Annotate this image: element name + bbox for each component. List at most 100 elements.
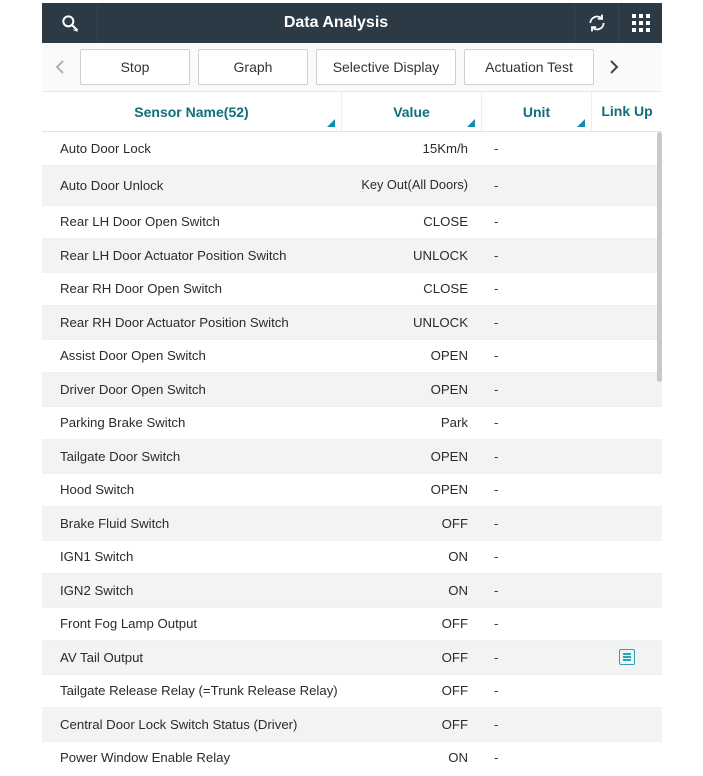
sensor-unit-cell: -: [482, 281, 592, 296]
table-row[interactable]: Parking Brake SwitchPark-: [42, 407, 662, 441]
table-row[interactable]: Hood SwitchOPEN-: [42, 474, 662, 508]
col-unit-label: Unit: [523, 104, 550, 120]
table-row[interactable]: Rear LH Door Open SwitchCLOSE-: [42, 206, 662, 240]
col-link-up[interactable]: Link Up: [592, 92, 662, 131]
sensor-unit-cell: -: [482, 449, 592, 464]
col-unit[interactable]: Unit: [482, 92, 592, 131]
sensor-unit-cell: -: [482, 415, 592, 430]
sensor-value-cell: ON: [342, 583, 482, 598]
sensor-name-cell: Central Door Lock Switch Status (Driver): [42, 717, 342, 732]
sensor-name-cell: Hood Switch: [42, 482, 342, 497]
sensor-value-cell: OPEN: [342, 382, 482, 397]
sensor-value-cell: CLOSE: [342, 281, 482, 296]
sensor-name-cell: Rear RH Door Open Switch: [42, 281, 342, 296]
app-topbar: Data Analysis: [42, 3, 662, 43]
sensor-value-cell: Key Out(All Doors): [342, 178, 482, 193]
apps-button[interactable]: [618, 3, 662, 43]
sensor-value-cell: OFF: [342, 616, 482, 631]
table-row[interactable]: IGN1 SwitchON-: [42, 541, 662, 575]
sensor-name-cell: Auto Door Unlock: [42, 178, 342, 193]
sort-indicator-icon: [577, 119, 585, 127]
table-row[interactable]: AV Tail OutputOFF-: [42, 641, 662, 675]
sensor-unit-cell: -: [482, 315, 592, 330]
sensor-value-cell: 15Km/h: [342, 141, 482, 156]
sensor-unit-cell: -: [482, 683, 592, 698]
sensor-link-cell[interactable]: [592, 649, 662, 665]
table-row[interactable]: Central Door Lock Switch Status (Driver)…: [42, 708, 662, 742]
sensor-name-cell: Rear LH Door Actuator Position Switch: [42, 248, 342, 263]
sensor-name-cell: Driver Door Open Switch: [42, 382, 342, 397]
col-value[interactable]: Value: [342, 92, 482, 131]
stop-button[interactable]: Stop: [80, 49, 190, 85]
table-row[interactable]: Rear RH Door Open SwitchCLOSE-: [42, 273, 662, 307]
sensor-unit-cell: -: [482, 516, 592, 531]
chevron-right-icon: [609, 59, 619, 75]
sensor-name-cell: Parking Brake Switch: [42, 415, 342, 430]
selective-display-button[interactable]: Selective Display: [316, 49, 456, 85]
table-row[interactable]: Front Fog Lamp OutputOFF-: [42, 608, 662, 642]
sensor-unit-cell: -: [482, 214, 592, 229]
sensor-name-cell: IGN2 Switch: [42, 583, 342, 598]
sensor-unit-cell: -: [482, 178, 592, 193]
sensor-name-cell: Brake Fluid Switch: [42, 516, 342, 531]
table-row[interactable]: Tailgate Release Relay (=Trunk Release R…: [42, 675, 662, 709]
sensor-unit-cell: -: [482, 650, 592, 665]
sort-indicator-icon: [327, 119, 335, 127]
sensor-value-cell: UNLOCK: [342, 248, 482, 263]
sensor-unit-cell: -: [482, 717, 592, 732]
sensor-value-cell: CLOSE: [342, 214, 482, 229]
page-title: Data Analysis: [98, 14, 574, 32]
col-link-label: Link Up: [601, 104, 652, 119]
sensor-value-cell: UNLOCK: [342, 315, 482, 330]
sensor-name-cell: Power Window Enable Relay: [42, 750, 342, 765]
sensor-value-cell: OFF: [342, 516, 482, 531]
sensor-value-cell: ON: [342, 549, 482, 564]
sensor-name-cell: Rear LH Door Open Switch: [42, 214, 342, 229]
sensor-value-cell: OFF: [342, 650, 482, 665]
sensor-unit-cell: -: [482, 348, 592, 363]
note-icon: [619, 649, 635, 665]
table-row[interactable]: Power Window Enable RelayON-: [42, 742, 662, 773]
sensor-name-cell: AV Tail Output: [42, 650, 342, 665]
sensor-name-cell: IGN1 Switch: [42, 549, 342, 564]
sensor-name-cell: Auto Door Lock: [42, 141, 342, 156]
table-row[interactable]: Brake Fluid SwitchOFF-: [42, 507, 662, 541]
col-value-label: Value: [393, 104, 430, 120]
sensor-name-cell: Tailgate Release Relay (=Trunk Release R…: [42, 683, 342, 698]
sensor-unit-cell: -: [482, 248, 592, 263]
sensor-name-cell: Assist Door Open Switch: [42, 348, 342, 363]
chevron-left-icon: [55, 59, 65, 75]
table-row[interactable]: IGN2 SwitchON-: [42, 574, 662, 608]
search-button[interactable]: [42, 3, 98, 43]
table-row[interactable]: Rear RH Door Actuator Position SwitchUNL…: [42, 306, 662, 340]
col-sensor-name[interactable]: Sensor Name(52): [42, 92, 342, 131]
sensor-name-cell: Rear RH Door Actuator Position Switch: [42, 315, 342, 330]
scrollbar-thumb[interactable]: [657, 132, 662, 382]
col-sensor-label: Sensor Name(52): [134, 104, 248, 120]
table-row[interactable]: Auto Door UnlockKey Out(All Doors)-: [42, 166, 662, 206]
sensor-unit-cell: -: [482, 482, 592, 497]
sensor-value-cell: OFF: [342, 717, 482, 732]
grid-icon: [632, 14, 650, 32]
scroll-right-button[interactable]: [602, 51, 626, 83]
sort-indicator-icon: [467, 119, 475, 127]
action-toolbar: Stop Graph Selective Display Actuation T…: [42, 43, 662, 92]
sensor-unit-cell: -: [482, 141, 592, 156]
sensor-value-cell: OPEN: [342, 482, 482, 497]
table-row[interactable]: Auto Door Lock15Km/h-: [42, 132, 662, 166]
table-row[interactable]: Assist Door Open SwitchOPEN-: [42, 340, 662, 374]
sensor-unit-cell: -: [482, 616, 592, 631]
scroll-left-button[interactable]: [48, 51, 72, 83]
refresh-button[interactable]: [574, 3, 618, 43]
sensor-name-cell: Tailgate Door Switch: [42, 449, 342, 464]
sensor-list[interactable]: Auto Door Lock15Km/h-Auto Door UnlockKey…: [42, 132, 662, 772]
sensor-value-cell: OPEN: [342, 449, 482, 464]
table-row[interactable]: Rear LH Door Actuator Position SwitchUNL…: [42, 239, 662, 273]
table-row[interactable]: Tailgate Door SwitchOPEN-: [42, 440, 662, 474]
graph-button[interactable]: Graph: [198, 49, 308, 85]
sensor-unit-cell: -: [482, 750, 592, 765]
actuation-test-button[interactable]: Actuation Test: [464, 49, 594, 85]
sensor-unit-cell: -: [482, 583, 592, 598]
sensor-value-cell: Park: [342, 415, 482, 430]
table-row[interactable]: Driver Door Open SwitchOPEN-: [42, 373, 662, 407]
